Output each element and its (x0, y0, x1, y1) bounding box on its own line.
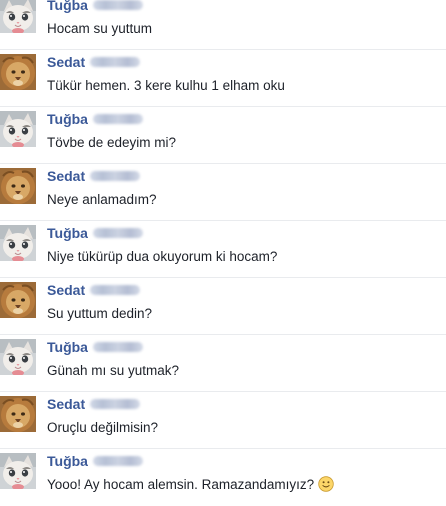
avatar[interactable] (0, 396, 36, 432)
avatar[interactable] (0, 339, 36, 375)
sender-row: Sedat (47, 54, 141, 70)
sender-row: Sedat (47, 168, 141, 184)
sender-name[interactable]: Sedat (47, 282, 85, 298)
message-item: Tuğba Tövbe de edeyim mi? (0, 107, 446, 164)
avatar[interactable] (0, 453, 36, 489)
message-text: Neye anlamadım? (47, 192, 157, 207)
message-text: Tükür hemen. 3 kere kulhu 1 elham oku (47, 78, 285, 93)
avatar[interactable] (0, 111, 36, 147)
sender-row: Sedat (47, 396, 141, 412)
message-text: Günah mı su yutmak? (47, 363, 180, 378)
sender-name[interactable]: Sedat (47, 168, 85, 184)
sender-row: Tuğba (47, 453, 143, 469)
sender-name[interactable]: Sedat (47, 396, 85, 412)
message-thread: Tuğba Hocam su yuttum Sedat Tükür hemen.… (0, 0, 446, 506)
avatar[interactable] (0, 168, 36, 204)
avatar[interactable] (0, 225, 36, 261)
blurred-surname (90, 285, 141, 295)
message-text: Yooo! Ay hocam alemsin. Ramazandamıyız? (47, 477, 315, 492)
message-text-row: Yooo! Ay hocam alemsin. Ramazandamıyız? (47, 476, 334, 494)
sender-name[interactable]: Tuğba (47, 111, 88, 127)
blurred-surname (92, 456, 143, 466)
message-text: Hocam su yuttum (47, 21, 153, 36)
blurred-surname (92, 342, 143, 352)
avatar[interactable] (0, 282, 36, 318)
sender-row: Tuğba (47, 225, 143, 241)
sender-name[interactable]: Sedat (47, 54, 85, 70)
sender-name[interactable]: Tuğba (47, 0, 88, 13)
message-text: Niye tükürüp dua okuyorum ki hocam? (47, 249, 278, 264)
blurred-surname (92, 0, 143, 10)
sender-name[interactable]: Tuğba (47, 453, 88, 469)
sender-name[interactable]: Tuğba (47, 339, 88, 355)
message-item: Tuğba Hocam su yuttum (0, 0, 446, 50)
smiley-icon (318, 476, 334, 492)
message-item: Tuğba Yooo! Ay hocam alemsin. Ramazandam… (0, 449, 446, 506)
sender-row: Sedat (47, 282, 141, 298)
message-text: Oruçlu değilmisin? (47, 420, 159, 435)
sender-row: Tuğba (47, 111, 143, 127)
blurred-surname (92, 228, 143, 238)
blurred-surname (90, 57, 141, 67)
message-item: Tuğba Niye tükürüp dua okuyorum ki hocam… (0, 221, 446, 278)
sender-row: Tuğba (47, 0, 143, 13)
message-text: Tövbe de edeyim mi? (47, 135, 177, 150)
message-item: Tuğba Günah mı su yutmak? (0, 335, 446, 392)
blurred-surname (90, 171, 141, 181)
message-item: Sedat Neye anlamadım? (0, 164, 446, 221)
sender-name[interactable]: Tuğba (47, 225, 88, 241)
blurred-surname (90, 399, 141, 409)
blurred-surname (92, 114, 143, 124)
message-item: Sedat Oruçlu değilmisin? (0, 392, 446, 449)
sender-row: Tuğba (47, 339, 143, 355)
message-text: Su yuttum dedin? (47, 306, 153, 321)
message-item: Sedat Tükür hemen. 3 kere kulhu 1 elham … (0, 50, 446, 107)
avatar[interactable] (0, 54, 36, 90)
avatar[interactable] (0, 0, 36, 33)
message-item: Sedat Su yuttum dedin? (0, 278, 446, 335)
